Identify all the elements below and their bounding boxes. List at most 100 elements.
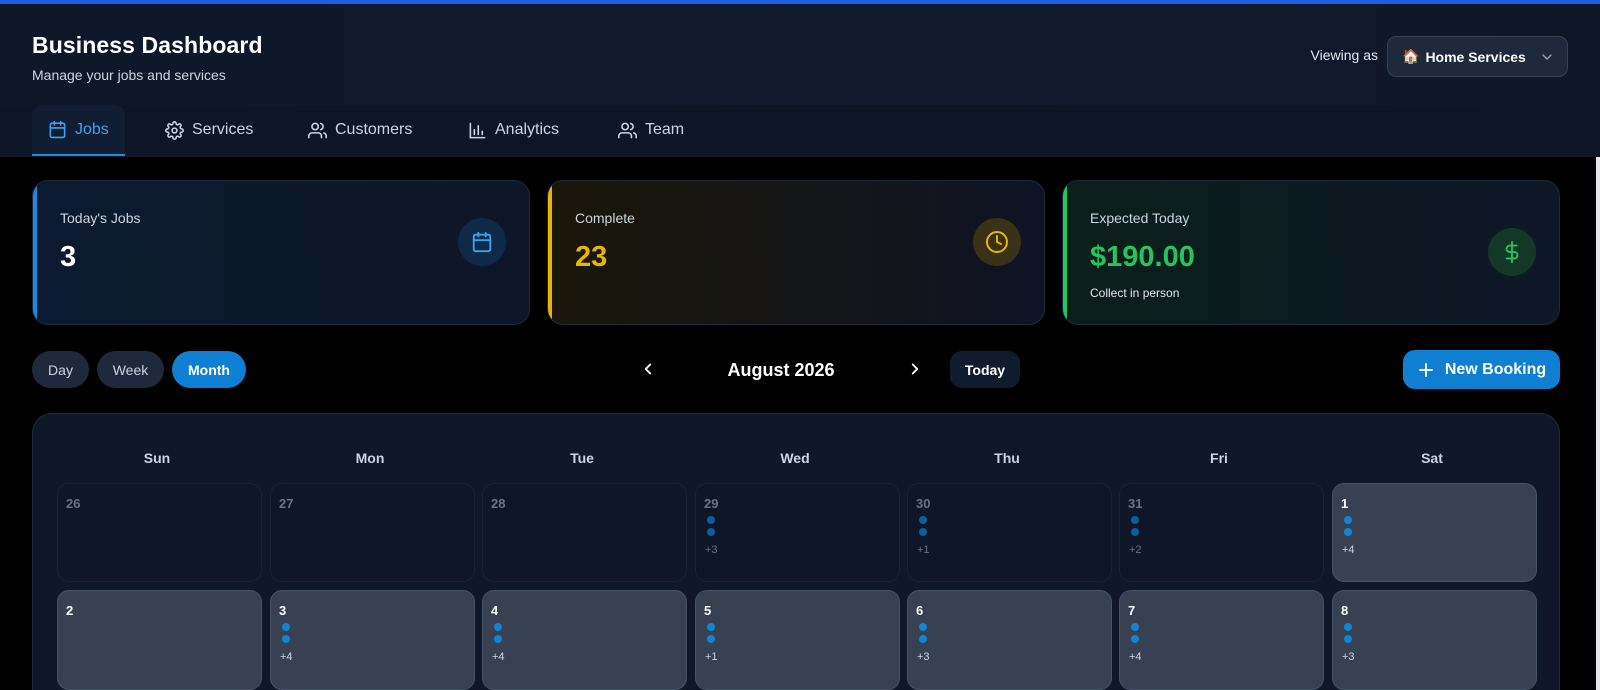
current-month-label: August 2026	[727, 360, 835, 380]
weekday-header: Tue	[570, 450, 594, 466]
booking-dot	[919, 528, 927, 536]
tab-customers[interactable]: Customers	[292, 105, 428, 155]
page-subtitle: Manage your jobs and services	[32, 67, 226, 83]
booking-dot	[919, 516, 927, 524]
tab-jobs[interactable]: Jobs	[32, 105, 125, 156]
booking-dot	[1344, 623, 1352, 631]
booking-dot	[1344, 516, 1352, 524]
day-number: 3	[279, 603, 287, 618]
business-type-value: Home Services	[1425, 48, 1526, 65]
day-number: 6	[916, 603, 924, 618]
calendar-day-cell[interactable]: 26	[57, 483, 262, 582]
weekday-header: Sun	[143, 450, 171, 466]
dollar-icon	[1488, 228, 1536, 276]
tab-team-label: Team	[645, 121, 685, 138]
booking-dot	[1131, 635, 1139, 643]
more-bookings-count: +1	[917, 544, 930, 556]
calendar-day-cell[interactable]: 30 +1	[907, 483, 1112, 582]
chevron-right-icon	[911, 363, 919, 375]
calendar-day-cell[interactable]: 7 +4	[1119, 590, 1324, 690]
day-number: 28	[491, 496, 506, 511]
booking-dot	[1131, 623, 1139, 631]
next-month-button[interactable]	[904, 358, 926, 380]
booking-dot	[707, 635, 715, 643]
booking-dot	[282, 623, 290, 631]
weekday-header: Wed	[780, 450, 810, 466]
todays-jobs-label: Today's Jobs	[60, 210, 141, 226]
calendar-day-cell[interactable]: 27	[270, 483, 475, 582]
card-stripe	[33, 181, 37, 324]
more-bookings-count: +3	[917, 651, 930, 663]
day-number: 31	[1128, 496, 1143, 511]
booking-dot	[707, 623, 715, 631]
page-header: Business Dashboard Manage your jobs and …	[0, 4, 1600, 105]
day-number: 5	[704, 603, 712, 618]
calendar-day-cell[interactable]: 31 +2	[1119, 483, 1324, 582]
more-bookings-count: +4	[280, 651, 293, 663]
business-type-select[interactable]: 🏠 Home Services	[1387, 36, 1568, 77]
weekday-header: Fri	[1210, 450, 1228, 466]
users-icon	[308, 122, 327, 138]
booking-dot	[1131, 528, 1139, 536]
booking-dot	[1344, 528, 1352, 536]
tab-team[interactable]: Team	[602, 105, 700, 155]
card-stripe	[548, 181, 552, 324]
day-number: 1	[1341, 496, 1349, 511]
calendar-day-cell[interactable]: 5 +1	[695, 590, 900, 690]
house-icon: 🏠	[1402, 48, 1420, 64]
calendar-day-cell[interactable]: 1 +4	[1332, 483, 1537, 582]
gear-icon	[165, 120, 184, 140]
day-number: 7	[1128, 603, 1136, 618]
calendar-day-cell[interactable]: 29 +3	[695, 483, 900, 582]
day-number: 30	[916, 496, 931, 511]
tab-analytics-label: Analytics	[495, 121, 560, 138]
calendar-day-cell[interactable]: 3 +4	[270, 590, 475, 690]
tab-services[interactable]: Services	[149, 105, 269, 155]
view-month-button[interactable]: Month	[172, 351, 246, 388]
more-bookings-count: +3	[705, 544, 718, 556]
booking-dot	[494, 623, 502, 631]
calendar-icon	[49, 120, 66, 139]
calendar-day-cell[interactable]: 4 +4	[482, 590, 687, 690]
day-number: 2	[66, 603, 74, 618]
prev-month-button[interactable]	[637, 358, 659, 380]
booking-dot	[1344, 635, 1352, 643]
booking-dot	[282, 635, 290, 643]
day-number: 8	[1341, 603, 1349, 618]
clock-icon	[973, 218, 1021, 266]
booking-dot	[707, 516, 715, 524]
weekday-header: Sat	[1421, 450, 1443, 466]
calendar-day-cell[interactable]: 6 +3	[907, 590, 1112, 690]
month-calendar: Sun Mon Tue Wed Thu Fri Sat 26 27 28 29 +3 30…	[32, 413, 1560, 690]
today-button[interactable]: Today	[950, 351, 1020, 388]
tab-customers-label: Customers	[335, 121, 413, 138]
view-day-button[interactable]: Day	[32, 351, 89, 388]
weekday-header: Thu	[994, 450, 1020, 466]
users-icon	[618, 122, 637, 138]
viewing-as-label: Viewing as	[1310, 47, 1378, 63]
day-number: 4	[491, 603, 499, 618]
calendar-day-cell[interactable]: 8 +3	[1332, 590, 1537, 690]
weekday-header: Mon	[355, 450, 385, 466]
booking-dot	[494, 635, 502, 643]
chevron-left-icon	[644, 363, 652, 375]
day-number: 29	[704, 496, 719, 511]
more-bookings-count: +4	[1342, 544, 1355, 556]
expected-today-card: Expected Today $190.00 Collect in person	[1062, 180, 1560, 325]
expected-today-note: Collect in person	[1090, 286, 1180, 300]
todays-jobs-value: 3	[60, 241, 77, 273]
new-booking-label: New Booking	[1444, 360, 1547, 378]
new-booking-button[interactable]: New Booking	[1403, 350, 1560, 389]
page-title: Business Dashboard	[32, 32, 263, 58]
tab-analytics[interactable]: Analytics	[452, 105, 575, 155]
day-number: 26	[66, 496, 81, 511]
calendar-day-cell[interactable]: 28	[482, 483, 687, 582]
complete-card: Complete 23	[547, 180, 1045, 325]
card-stripe	[1063, 181, 1067, 324]
scrollbar[interactable]	[1596, 157, 1600, 690]
main-tabs: Jobs Services Customers Analytics Team	[0, 105, 1600, 157]
expected-today-label: Expected Today	[1090, 210, 1190, 226]
complete-label: Complete	[575, 210, 635, 226]
calendar-day-cell[interactable]: 2	[57, 590, 262, 690]
view-week-button[interactable]: Week	[97, 351, 164, 388]
